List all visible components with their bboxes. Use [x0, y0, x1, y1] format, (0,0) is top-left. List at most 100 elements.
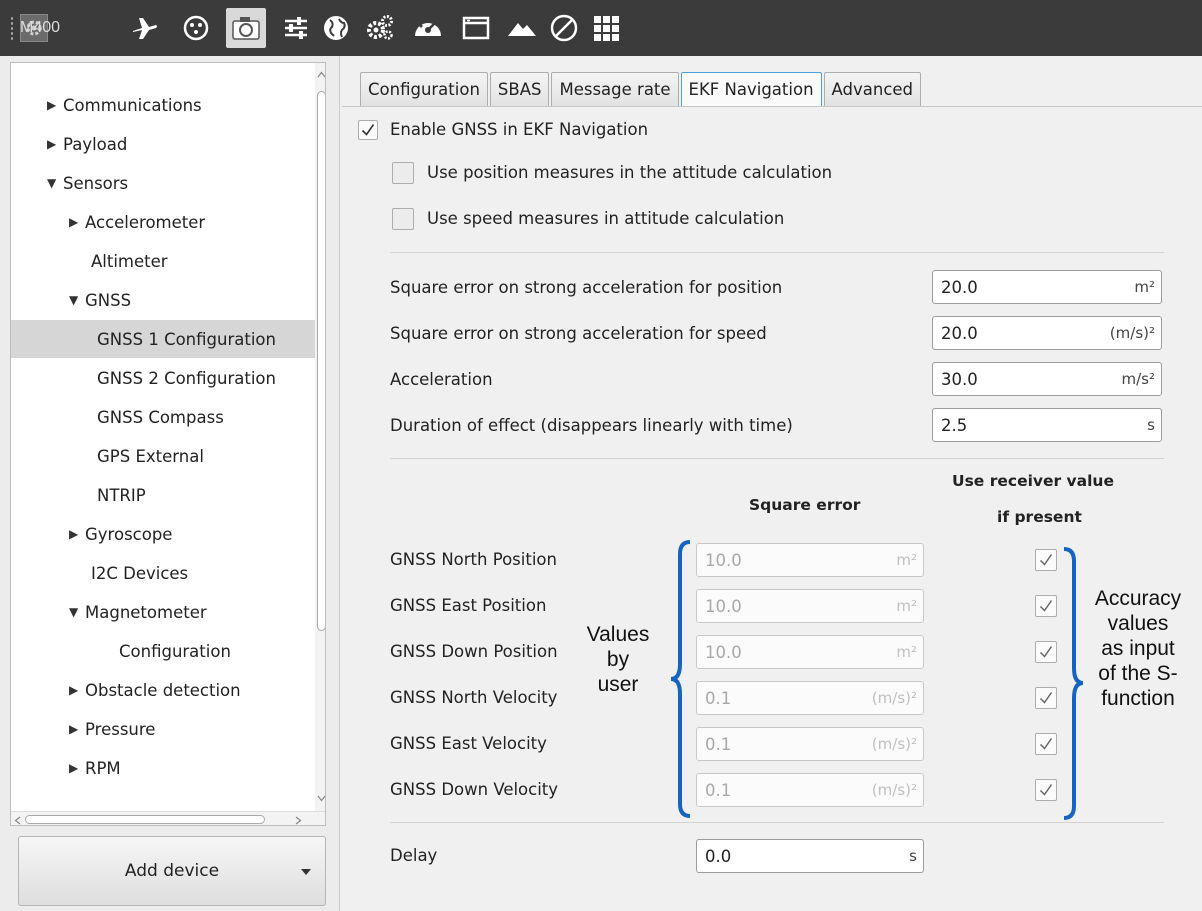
expand-arrow-icon[interactable]: ▶ — [69, 683, 85, 697]
tree-item-gnss-compass[interactable]: GNSS Compass — [97, 398, 224, 436]
device-selector[interactable]: M400 — [20, 14, 60, 42]
gears-icon[interactable] — [364, 12, 396, 44]
tree-item-gnss[interactable]: ▼ GNSS — [69, 281, 131, 319]
vertical-scroll-thumb[interactable] — [317, 91, 325, 631]
checkmark-icon — [1039, 784, 1053, 796]
camera-icon[interactable] — [226, 8, 266, 48]
window-icon[interactable] — [460, 12, 492, 44]
receiver-header-line1: Use receiver value — [952, 472, 1114, 490]
tab-advanced[interactable]: Advanced — [823, 72, 922, 106]
toolbar-grip[interactable] — [10, 16, 14, 40]
down-velocity-error-field[interactable]: 0.1 (m/s)² — [696, 773, 924, 807]
north-velocity-error-field[interactable]: 0.1 (m/s)² — [696, 681, 924, 715]
globe-icon[interactable] — [320, 12, 352, 44]
scroll-up-icon[interactable] — [317, 71, 326, 78]
east-velocity-error-field[interactable]: 0.1 (m/s)² — [696, 727, 924, 761]
device-tree: ▶ Communications ▶ Payload ▼ Sensors ▶ Accel… — [10, 62, 326, 826]
annotation-accuracy-values: Accuracy values as input of the S- funct… — [1094, 587, 1182, 710]
tree-item-gps-external[interactable]: GPS External — [97, 437, 204, 475]
error-label-down-velocity: GNSS Down Velocity — [390, 780, 559, 799]
annotation-values-by-user: Values by user — [586, 623, 650, 696]
receiver-header-line2: if present — [997, 508, 1082, 526]
tab-message-rate[interactable]: Message rate — [551, 72, 679, 106]
scroll-down-icon[interactable] — [317, 795, 326, 802]
horizontal-scrollbar[interactable] — [11, 811, 325, 825]
add-device-button[interactable]: Add device — [18, 836, 326, 906]
error-label-north-position: GNSS North Position — [390, 550, 557, 569]
use-speed-checkbox[interactable] — [392, 208, 414, 230]
tree-item-sensors[interactable]: ▼ Sensors — [47, 164, 128, 202]
delay-field[interactable]: 0.0 s — [696, 839, 924, 873]
collapse-arrow-icon[interactable]: ▼ — [69, 605, 85, 619]
expand-arrow-icon[interactable]: ▶ — [47, 98, 63, 112]
main-toolbar: M400 — [0, 0, 1202, 56]
sliders-icon[interactable] — [280, 12, 312, 44]
tree-item-accelerometer[interactable]: ▶ Accelerometer — [69, 203, 205, 241]
expand-arrow-icon[interactable]: ▶ — [69, 761, 85, 775]
airplane-icon[interactable] — [128, 12, 160, 44]
speed-error-field[interactable]: 20.0 (m/s)² — [932, 316, 1162, 350]
enable-gnss-checkbox[interactable] — [358, 120, 378, 140]
tree-item-ntrip[interactable]: NTRIP — [97, 476, 146, 514]
use-speed-label: Use speed measures in attitude calculati… — [427, 209, 785, 228]
scroll-right-icon[interactable] — [295, 816, 302, 825]
param-label-position: Square error on strong acceleration for … — [390, 278, 783, 297]
tree-item-magnetometer[interactable]: ▼ Magnetometer — [69, 593, 207, 631]
collapse-arrow-icon[interactable]: ▼ — [69, 293, 85, 307]
duration-field[interactable]: 2.5 s — [932, 408, 1162, 442]
tab-ekf-navigation[interactable]: EKF Navigation — [680, 72, 822, 106]
tree-item-magnetometer-configuration[interactable]: Configuration — [119, 632, 231, 670]
tree-item-gyroscope[interactable]: ▶ Gyroscope — [69, 515, 172, 553]
north-position-error-field[interactable]: 10.0 m² — [696, 543, 924, 577]
checkmark-icon — [1039, 600, 1053, 612]
use-position-label: Use position measures in the attitude ca… — [427, 163, 833, 182]
dashboard-icon[interactable] — [412, 12, 444, 44]
disabled-icon[interactable] — [548, 12, 580, 44]
horizontal-scroll-thumb[interactable] — [25, 815, 265, 824]
acceleration-field[interactable]: 30.0 m/s² — [932, 362, 1162, 396]
tree-item-rpm[interactable]: ▶ RPM — [69, 749, 121, 787]
down-position-error-field[interactable]: 10.0 m² — [696, 635, 924, 669]
tree-item-gnss-2-configuration[interactable]: GNSS 2 Configuration — [97, 359, 276, 397]
east-position-error-field[interactable]: 10.0 m² — [696, 589, 924, 623]
north-position-receiver-checkbox[interactable] — [1035, 549, 1057, 571]
tree-item-payload[interactable]: ▶ Payload — [47, 125, 127, 163]
expand-arrow-icon[interactable]: ▶ — [69, 722, 85, 736]
tab-divider — [342, 106, 1202, 107]
down-velocity-receiver-checkbox[interactable] — [1035, 779, 1057, 801]
expand-arrow-icon[interactable]: ▶ — [69, 527, 85, 541]
checkmark-icon — [1039, 554, 1053, 566]
expand-arrow-icon[interactable]: ▶ — [47, 137, 63, 151]
position-error-field[interactable]: 20.0 m² — [932, 270, 1162, 304]
error-label-east-velocity: GNSS East Velocity — [390, 734, 547, 753]
tab-bar: Configuration SBAS Message rate EKF Navi… — [360, 72, 923, 106]
north-velocity-receiver-checkbox[interactable] — [1035, 687, 1057, 709]
expand-arrow-icon[interactable]: ▶ — [69, 215, 85, 229]
left-brace-icon — [670, 540, 691, 818]
tab-sbas[interactable]: SBAS — [489, 72, 550, 106]
square-error-header: Square error — [749, 496, 861, 514]
tree-item-pressure[interactable]: ▶ Pressure — [69, 710, 155, 748]
tree-item-obstacle-detection[interactable]: ▶ Obstacle detection — [69, 671, 241, 709]
error-label-east-position: GNSS East Position — [390, 596, 547, 615]
east-velocity-receiver-checkbox[interactable] — [1035, 733, 1057, 755]
mountain-icon[interactable] — [506, 12, 538, 44]
east-position-receiver-checkbox[interactable] — [1035, 595, 1057, 617]
payload-icon[interactable] — [180, 12, 212, 44]
checkmark-icon — [361, 124, 375, 136]
tree-item-communications[interactable]: ▶ Communications — [47, 86, 202, 124]
collapse-arrow-icon[interactable]: ▼ — [47, 176, 63, 190]
use-position-checkbox[interactable] — [392, 162, 414, 184]
add-device-label: Add device — [124, 861, 220, 881]
down-position-receiver-checkbox[interactable] — [1035, 641, 1057, 663]
separator — [390, 458, 1164, 459]
grid-icon[interactable] — [590, 12, 622, 44]
dropdown-caret-icon[interactable] — [301, 869, 311, 875]
vertical-scrollbar[interactable] — [315, 63, 326, 813]
tab-configuration[interactable]: Configuration — [360, 72, 488, 106]
tree-item-i2c-devices[interactable]: I2C Devices — [91, 554, 188, 592]
scroll-left-icon[interactable] — [14, 816, 21, 825]
tree-item-gnss-1-configuration[interactable]: GNSS 1 Configuration — [11, 320, 315, 358]
tree-item-altimeter[interactable]: Altimeter — [91, 242, 168, 280]
delay-label: Delay — [390, 846, 438, 865]
